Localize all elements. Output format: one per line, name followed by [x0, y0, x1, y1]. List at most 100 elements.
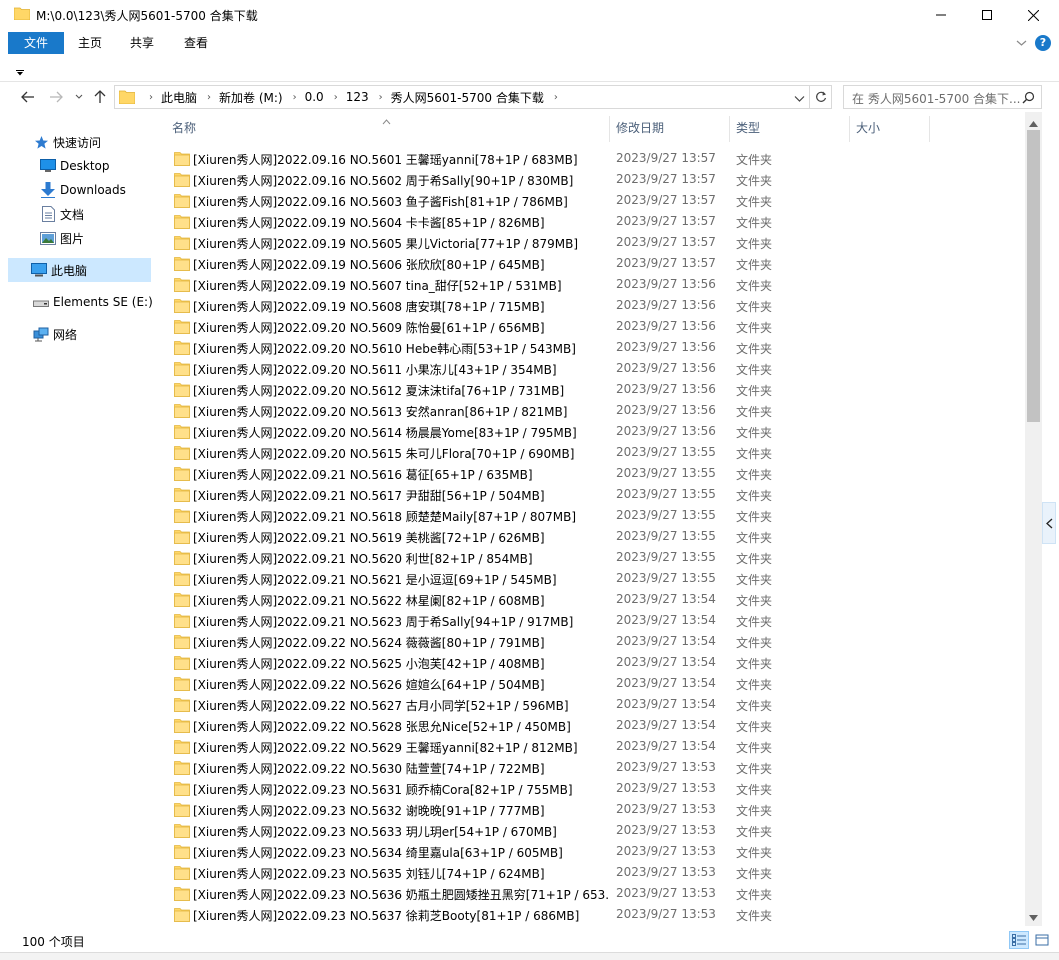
breadcrumb-123[interactable]: 123 — [346, 90, 369, 104]
column-divider[interactable] — [929, 116, 930, 142]
table-row[interactable]: [Xiuren秀人网]2022.09.19 NO.5604 卡卡酱[85+1P … — [171, 211, 1021, 232]
table-row[interactable]: [Xiuren秀人网]2022.09.21 NO.5621 是小逗逗[69+1P… — [171, 568, 1021, 589]
table-row[interactable]: [Xiuren秀人网]2022.09.21 NO.5620 利世[82+1P /… — [171, 547, 1021, 568]
table-row[interactable]: [Xiuren秀人网]2022.09.22 NO.5626 媗媗么[64+1P … — [171, 673, 1021, 694]
tab-file[interactable]: 文件 — [8, 32, 64, 54]
nav-this-pc[interactable]: 此电脑 — [8, 258, 151, 282]
file-name: [Xiuren秀人网]2022.09.21 NO.5620 利世[82+1P /… — [193, 552, 533, 566]
chevron-right-icon[interactable]: › — [149, 92, 153, 103]
tab-share[interactable]: 共享 — [120, 32, 164, 54]
table-row[interactable]: [Xiuren秀人网]2022.09.22 NO.5629 王馨瑶yanni[8… — [171, 736, 1021, 757]
nav-elements-se-drive[interactable]: Elements SE (E:) — [33, 290, 155, 314]
table-row[interactable]: [Xiuren秀人网]2022.09.20 NO.5613 安然anran[86… — [171, 400, 1021, 421]
details-pane-toggle[interactable] — [1042, 502, 1056, 544]
tab-home[interactable]: 主页 — [68, 32, 112, 54]
table-row[interactable]: [Xiuren秀人网]2022.09.22 NO.5628 张思允Nice[52… — [171, 715, 1021, 736]
file-name: [Xiuren秀人网]2022.09.19 NO.5605 果儿Victoria… — [193, 237, 579, 251]
nav-desktop[interactable]: Desktop — [40, 154, 185, 178]
table-row[interactable]: [Xiuren秀人网]2022.09.20 NO.5611 小果冻儿[43+1P… — [171, 358, 1021, 379]
forward-button[interactable] — [47, 88, 65, 106]
breadcrumb-drive-m[interactable]: 新加卷 (M:) — [219, 89, 283, 106]
search-input[interactable]: 在 秀人网5601-5700 合集下... — [852, 90, 1020, 107]
file-type: 文件夹 — [736, 216, 773, 230]
column-name[interactable]: 名称 — [166, 112, 609, 144]
table-row[interactable]: [Xiuren秀人网]2022.09.21 NO.5622 林星阑[82+1P … — [171, 589, 1021, 610]
table-row[interactable]: [Xiuren秀人网]2022.09.21 NO.5618 顾楚楚Maily[8… — [171, 505, 1021, 526]
chevron-right-icon[interactable]: › — [334, 92, 338, 103]
folder-icon — [118, 90, 136, 107]
file-name: [Xiuren秀人网]2022.09.21 NO.5622 林星阑[82+1P … — [193, 594, 545, 608]
help-button[interactable]: ? — [1035, 35, 1051, 51]
table-row[interactable]: [Xiuren秀人网]2022.09.21 NO.5623 周于希Sally[9… — [171, 610, 1021, 631]
table-row[interactable]: [Xiuren秀人网]2022.09.19 NO.5605 果儿Victoria… — [171, 232, 1021, 253]
table-row[interactable]: [Xiuren秀人网]2022.09.20 NO.5614 杨晨晨Yome[83… — [171, 421, 1021, 442]
details-view-button[interactable] — [1009, 931, 1029, 949]
maximize-button[interactable] — [964, 0, 1010, 30]
scroll-up-button[interactable] — [1029, 116, 1038, 130]
table-row[interactable]: [Xiuren秀人网]2022.09.21 NO.5616 葛征[65+1P /… — [171, 463, 1021, 484]
table-row[interactable]: [Xiuren秀人网]2022.09.22 NO.5630 陆萱萱[74+1P … — [171, 757, 1021, 778]
table-row[interactable]: [Xiuren秀人网]2022.09.23 NO.5637 徐莉芝Booty[8… — [171, 904, 1021, 925]
customize-toolbar-button[interactable] — [16, 65, 24, 79]
table-row[interactable]: [Xiuren秀人网]2022.09.23 NO.5631 顾乔楠Cora[82… — [171, 778, 1021, 799]
column-size[interactable]: 大小 — [850, 112, 928, 144]
chevron-right-icon[interactable]: › — [207, 92, 211, 103]
table-row[interactable]: [Xiuren秀人网]2022.09.23 NO.5635 刘钰儿[74+1P … — [171, 862, 1021, 883]
minimize-button[interactable] — [918, 0, 964, 30]
file-date-modified: 2023/9/27 13:57 — [616, 235, 716, 249]
chevron-right-icon[interactable]: › — [379, 92, 383, 103]
table-row[interactable]: [Xiuren秀人网]2022.09.23 NO.5636 奶瓶土肥圆矮挫丑黑穷… — [171, 883, 1021, 904]
nav-pictures[interactable]: 图片 — [40, 226, 185, 250]
breadcrumb-this-pc[interactable]: 此电脑 — [161, 89, 197, 106]
nav-network[interactable]: 网络 — [33, 322, 155, 346]
address-bar[interactable]: › 此电脑 › 新加卷 (M:) › 0.0 › 123 › 秀人网5601-5… — [114, 85, 810, 109]
breadcrumb-0-0[interactable]: 0.0 — [305, 90, 324, 104]
tab-view[interactable]: 查看 — [174, 32, 218, 54]
table-row[interactable]: [Xiuren秀人网]2022.09.16 NO.5603 鱼子酱Fish[81… — [171, 190, 1021, 211]
search-box[interactable]: 在 秀人网5601-5700 合集下... — [843, 85, 1042, 109]
vertical-scrollbar[interactable] — [1025, 112, 1042, 926]
breadcrumb-current-folder[interactable]: 秀人网5601-5700 合集下载 — [391, 89, 544, 106]
search-icon[interactable] — [1022, 91, 1035, 107]
table-row[interactable]: [Xiuren秀人网]2022.09.20 NO.5610 Hebe韩心雨[53… — [171, 337, 1021, 358]
table-row[interactable]: [Xiuren秀人网]2022.09.20 NO.5615 朱可儿Flora[7… — [171, 442, 1021, 463]
column-date-modified[interactable]: 修改日期 — [610, 112, 728, 144]
refresh-button[interactable] — [810, 85, 832, 109]
table-row[interactable]: [Xiuren秀人网]2022.09.22 NO.5624 薇薇酱[80+1P … — [171, 631, 1021, 652]
table-row[interactable]: [Xiuren秀人网]2022.09.23 NO.5633 玥儿玥er[54+1… — [171, 820, 1021, 841]
window-title: M:\0.0\123\秀人网5601-5700 合集下载 — [36, 9, 258, 23]
table-row[interactable]: [Xiuren秀人网]2022.09.22 NO.5627 古月小同学[52+1… — [171, 694, 1021, 715]
table-row[interactable]: [Xiuren秀人网]2022.09.23 NO.5634 绮里嘉ula[63+… — [171, 841, 1021, 862]
scroll-down-button[interactable] — [1029, 910, 1038, 924]
column-type[interactable]: 类型 — [730, 112, 848, 144]
folder-icon — [174, 319, 190, 337]
nav-downloads[interactable]: Downloads — [40, 178, 185, 202]
table-row[interactable]: [Xiuren秀人网]2022.09.21 NO.5619 美桃酱[72+1P … — [171, 526, 1021, 547]
table-row[interactable]: [Xiuren秀人网]2022.09.19 NO.5606 张欣欣[80+1P … — [171, 253, 1021, 274]
table-row[interactable]: [Xiuren秀人网]2022.09.16 NO.5602 周于希Sally[9… — [171, 169, 1021, 190]
recent-locations-button[interactable] — [70, 88, 88, 106]
table-row[interactable]: [Xiuren秀人网]2022.09.21 NO.5617 尹甜甜[56+1P … — [171, 484, 1021, 505]
file-date-modified: 2023/9/27 13:53 — [616, 865, 716, 879]
table-row[interactable]: [Xiuren秀人网]2022.09.23 NO.5632 谢晚晚[91+1P … — [171, 799, 1021, 820]
up-button[interactable] — [91, 88, 109, 106]
table-row[interactable]: [Xiuren秀人网]2022.09.20 NO.5609 陈怡曼[61+1P … — [171, 316, 1021, 337]
expand-ribbon-button[interactable] — [1016, 36, 1027, 50]
table-row[interactable]: [Xiuren秀人网]2022.09.19 NO.5607 tina_甜仔[52… — [171, 274, 1021, 295]
chevron-right-icon[interactable]: › — [554, 92, 558, 103]
large-icons-view-button[interactable] — [1032, 931, 1052, 949]
table-row[interactable]: [Xiuren秀人网]2022.09.19 NO.5608 唐安琪[78+1P … — [171, 295, 1021, 316]
back-button[interactable] — [19, 88, 37, 106]
nav-quick-access[interactable]: 快速访问 — [33, 130, 153, 154]
drive-icon — [33, 294, 49, 310]
table-row[interactable]: [Xiuren秀人网]2022.09.16 NO.5601 王馨瑶yanni[7… — [171, 148, 1021, 169]
close-button[interactable] — [1010, 0, 1056, 30]
address-history-button[interactable] — [794, 92, 805, 106]
folder-icon — [174, 571, 190, 589]
table-row[interactable]: [Xiuren秀人网]2022.09.22 NO.5625 小泡芙[42+1P … — [171, 652, 1021, 673]
chevron-right-icon[interactable]: › — [293, 92, 297, 103]
scrollbar-thumb[interactable] — [1027, 130, 1040, 422]
table-row[interactable]: [Xiuren秀人网]2022.09.20 NO.5612 夏沫沫tifa[76… — [171, 379, 1021, 400]
nav-documents[interactable]: 文档 — [40, 202, 185, 226]
file-type: 文件夹 — [736, 363, 773, 377]
